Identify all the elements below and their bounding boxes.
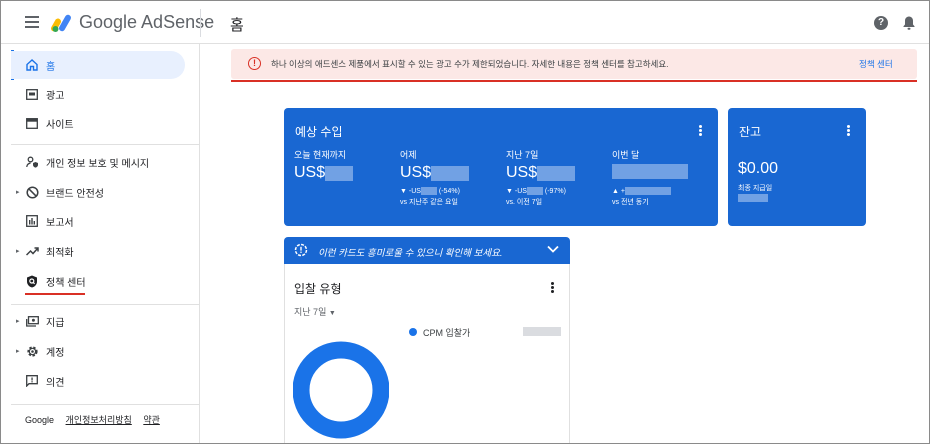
suggested-cards-banner[interactable]: 이런 카드도 흥미로울 수 있으니 확인해 보세요. (284, 237, 570, 264)
sidebar-item-home[interactable]: 홈 (11, 51, 185, 79)
notifications-bell-icon[interactable] (902, 15, 916, 31)
redacted-value (738, 194, 768, 202)
sidebar-divider (11, 144, 200, 145)
card-title: 예상 수입 (295, 125, 343, 139)
settings-gear-icon (25, 344, 39, 358)
metric-compare: vs 지난주 같은 요일 (400, 199, 458, 206)
metric-value: US$ (400, 164, 470, 182)
ads-icon (25, 87, 39, 101)
sidebar-item-optimization[interactable]: ▸ 최적화 (11, 237, 185, 265)
more-options-icon[interactable] (551, 282, 554, 293)
privacy-policy-link[interactable]: 개인정보처리방침 (66, 415, 132, 425)
block-icon (25, 185, 39, 199)
menu-icon[interactable] (25, 16, 39, 28)
metric-change: ▼ -US (-97%) (506, 187, 566, 195)
legend-label: CPM 입찰가 (423, 328, 471, 338)
feedback-icon (25, 374, 39, 388)
home-icon (25, 58, 39, 72)
more-options-icon[interactable] (699, 125, 702, 136)
balance-card: 잔고 $0.00 최종 지급일 (728, 108, 866, 226)
sidebar-item-label: 개인 정보 보호 및 메시지 (46, 158, 150, 170)
sidebar-item-policy-center[interactable]: 정책 센터 (11, 267, 185, 295)
sidebar-item-label: 의견 (46, 377, 65, 389)
sidebar-item-account[interactable]: ▸ 계정 (11, 337, 185, 365)
expand-arrow-icon[interactable]: ▸ (16, 317, 20, 325)
balance-value: $0.00 (738, 160, 779, 177)
payments-icon (25, 314, 39, 328)
timer-icon (294, 243, 308, 257)
sidebar-footer: Google 개인정보처리방침 약관 (25, 413, 169, 426)
redacted-value (523, 327, 561, 336)
chevron-down-icon[interactable] (547, 245, 559, 253)
sidebar-item-label: 계정 (46, 347, 65, 359)
privacy-icon (25, 155, 39, 169)
metric-value: US$ (294, 164, 354, 182)
brand-name: Google AdSense (79, 12, 215, 32)
reports-icon (25, 214, 39, 228)
sidebar-item-label: 광고 (46, 90, 65, 102)
sidebar-item-label: 지급 (46, 317, 65, 329)
metric-change: ▼ -US (-54%) (400, 187, 460, 195)
sidebar-item-brand-safety[interactable]: ▸ 브랜드 안전성 (11, 178, 185, 206)
metric-label: 어제 (400, 150, 417, 160)
page-title: 홈 (230, 17, 244, 34)
sidebar-item-label: 홈 (46, 61, 56, 73)
alert-highlight-underline (231, 80, 917, 82)
donut-chart (293, 341, 389, 439)
help-icon[interactable]: ? (874, 16, 888, 30)
more-options-icon[interactable] (847, 125, 850, 136)
terms-link[interactable]: 약관 (143, 415, 160, 425)
sidebar-item-label: 정책 센터 (46, 277, 86, 289)
bid-type-card: 입찰 유형 지난 7일 ▼ CPM 입찰가 (284, 264, 570, 443)
policy-center-link[interactable]: 정책 센터 (859, 58, 893, 70)
card-title: 잔고 (739, 125, 762, 139)
metric-change: ▲ + (612, 187, 671, 195)
expand-arrow-icon[interactable]: ▸ (16, 247, 20, 255)
sidebar-item-label: 브랜드 안전성 (46, 188, 104, 200)
metric-value (612, 164, 688, 179)
expand-arrow-icon[interactable]: ▸ (16, 188, 20, 196)
legend-dot (409, 328, 417, 336)
google-label: Google (25, 415, 55, 425)
policy-shield-icon (25, 274, 39, 288)
sidebar-item-privacy[interactable]: 개인 정보 보호 및 메시지 (11, 148, 185, 176)
metric-label: 오늘 현재까지 (294, 150, 347, 160)
sidebar-item-payments[interactable]: ▸ 지급 (11, 307, 185, 335)
sidebar-divider (11, 404, 200, 405)
alert-message: 하나 이상의 애드센스 제품에서 표시할 수 있는 광고 수가 제한되었습니다.… (271, 59, 669, 69)
trending-up-icon (25, 244, 39, 258)
sidebar-item-feedback[interactable]: 의견 (11, 367, 185, 395)
sidebar-item-reports[interactable]: 보고서 (11, 207, 185, 235)
sidebar-divider (11, 304, 200, 305)
last-payment-label: 최종 지급일 (738, 185, 773, 192)
sidebar-item-label: 사이트 (46, 119, 74, 131)
metric-compare: vs 전년 동기 (612, 199, 649, 206)
highlight-underline (25, 293, 85, 295)
app-window: Google AdSense 홈 ? 홈 광고 사이트 개인 정보 보호 및 메… (0, 0, 930, 444)
metric-compare: vs. 이전 7일 (506, 199, 543, 206)
sites-icon (25, 116, 39, 130)
promo-message: 이런 카드도 흥미로울 수 있으니 확인해 보세요. (318, 248, 503, 259)
header-divider (200, 9, 201, 37)
top-app-bar: Google AdSense 홈 ? (1, 1, 929, 44)
policy-alert-banner: ! 하나 이상의 애드센스 제품에서 표시할 수 있는 광고 수가 제한되었습니… (231, 49, 917, 79)
metric-label: 이번 달 (612, 150, 640, 160)
metric-label: 지난 7일 (506, 150, 539, 160)
expand-arrow-icon[interactable]: ▸ (16, 347, 20, 355)
period-dropdown[interactable]: 지난 7일 ▼ (294, 305, 336, 318)
error-icon: ! (248, 57, 261, 70)
metric-value: US$ (506, 164, 576, 182)
estimated-earnings-card: 예상 수입 오늘 현재까지 US$ 어제 US$ ▼ -US (-54%) vs… (284, 108, 718, 226)
sidebar-item-sites[interactable]: 사이트 (11, 109, 185, 137)
sidebar-item-label: 보고서 (46, 217, 74, 229)
sidebar-item-label: 최적화 (46, 247, 74, 259)
dropdown-arrow-icon: ▼ (328, 310, 336, 317)
adsense-logo (51, 14, 71, 32)
card-title: 입찰 유형 (294, 282, 342, 296)
sidebar-item-ads[interactable]: 광고 (11, 80, 185, 108)
